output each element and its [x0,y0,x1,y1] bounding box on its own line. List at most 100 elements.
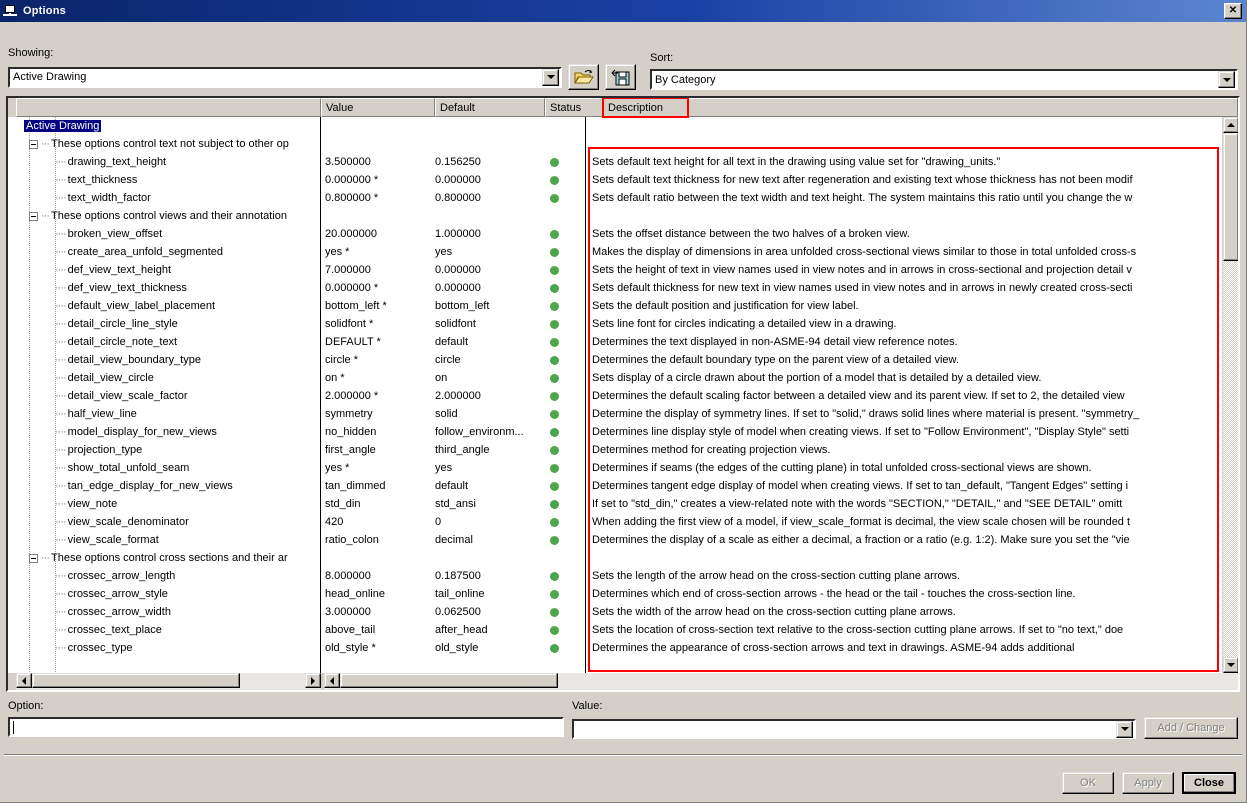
value-row[interactable]: 3.500000 0.156250 [321,153,585,171]
showing-dropdown[interactable]: Active Drawing [8,66,562,88]
tree-item-option[interactable]: ···· view_note [16,495,320,513]
value-row[interactable] [321,135,585,153]
column-header-status[interactable]: Status [545,98,603,117]
options-toolbar: Showing: Active Drawing Sort: By Categor… [0,22,1246,90]
value-row[interactable]: 0.800000 * 0.800000 [321,189,585,207]
apply-button[interactable]: Apply [1122,772,1174,794]
tree-item-option[interactable]: ···· crossec_text_place [16,621,320,639]
tree-item-option[interactable]: ···· def_view_text_height [16,261,320,279]
tree-item-category[interactable]: Active Drawing [16,117,320,135]
scroll-thumb[interactable] [32,673,240,688]
grid-vertical-scrollbar[interactable] [1222,117,1238,673]
value-row[interactable]: tan_dimmed default [321,477,585,495]
detail-horizontal-scrollbar[interactable] [324,673,1238,690]
add-change-button[interactable]: Add / Change [1144,717,1238,739]
tree-item-option[interactable]: ···· default_view_label_placement [16,297,320,315]
tree-item-category[interactable]: ··· These options control cross sections … [16,549,320,567]
tree-item-option[interactable]: ···· text_width_factor [16,189,320,207]
tree-item-option[interactable]: ···· detail_circle_line_style [16,315,320,333]
value-row[interactable]: 0.000000 * 0.000000 [321,279,585,297]
tree-item-option[interactable]: ···· projection_type [16,441,320,459]
column-header-description[interactable]: Description [602,98,689,118]
value-row[interactable]: old_style * old_style [321,639,585,657]
value-row[interactable]: 420 0 [321,513,585,531]
tree-item-option[interactable]: ···· show_total_unfold_seam [16,459,320,477]
value-row[interactable]: on * on [321,369,585,387]
tree-item-option[interactable]: ···· text_thickness [16,171,320,189]
value-row[interactable]: above_tail after_head [321,621,585,639]
sort-dropdown[interactable]: By Category [650,69,1238,90]
value-row[interactable]: 8.000000 0.187500 [321,567,585,585]
value-row[interactable] [321,549,585,567]
scroll-left-button[interactable] [324,673,340,688]
value-row[interactable]: 20.000000 1.000000 [321,225,585,243]
scroll-thumb[interactable] [340,673,558,688]
value-row[interactable]: 0.000000 * 0.000000 [321,171,585,189]
text-caret [13,720,14,734]
value-input[interactable] [572,719,1136,739]
tree-item-option[interactable]: ···· view_scale_format [16,531,320,549]
column-header-default[interactable]: Default [435,98,545,117]
value-row[interactable]: yes * yes [321,459,585,477]
value-row[interactable]: bottom_left * bottom_left [321,297,585,315]
value-row[interactable]: symmetry solid [321,405,585,423]
value-row[interactable]: yes * yes [321,243,585,261]
close-icon[interactable]: ✕ [1224,3,1242,19]
tree-item-option[interactable]: ···· crossec_arrow_width [16,603,320,621]
option-input[interactable] [8,717,564,737]
tree-item-option[interactable]: ···· view_scale_denominator [16,513,320,531]
tree-item-option[interactable]: ···· crossec_arrow_length [16,567,320,585]
column-header-name[interactable] [16,98,321,117]
tree-item-option[interactable]: ···· broken_view_offset [16,225,320,243]
open-folder-button[interactable] [568,64,599,90]
chevron-down-icon[interactable] [1218,71,1235,88]
value-row[interactable]: first_angle third_angle [321,441,585,459]
tree-horizontal-scrollbar[interactable] [16,673,321,690]
tree-item-option[interactable]: ···· crossec_type [16,639,320,657]
value-row[interactable]: 2.000000 * 2.000000 [321,387,585,405]
value-row[interactable] [321,117,585,135]
close-button[interactable]: Close [1182,772,1236,794]
tree-item-option[interactable]: ···· crossec_arrow_style [16,585,320,603]
options-tree[interactable]: Active Drawing ··· These options control t… [8,117,320,673]
column-header-value[interactable]: Value [321,98,435,117]
tree-item-category[interactable]: ··· These options control text not subjec… [16,135,320,153]
tree-item-option[interactable]: ···· tan_edge_display_for_new_views [16,477,320,495]
options-tree-panel[interactable]: Active Drawing ··· These options control t… [8,117,321,673]
tree-item-option[interactable]: ···· detail_view_circle [16,369,320,387]
value-row[interactable]: head_online tail_online [321,585,585,603]
tree-item-option[interactable]: ···· detail_view_scale_factor [16,387,320,405]
collapse-icon[interactable] [29,139,38,149]
collapse-icon[interactable] [29,211,38,221]
tree-item-option[interactable]: ···· create_area_unfold_segmented [16,243,320,261]
scroll-left-button[interactable] [16,673,32,688]
scroll-up-button[interactable] [1223,117,1238,133]
ok-button[interactable]: OK [1062,772,1114,794]
scroll-down-button[interactable] [1223,657,1238,673]
value-row[interactable] [321,207,585,225]
tree-item-option[interactable]: ···· drawing_text_height [16,153,320,171]
tree-item-option[interactable]: ···· detail_circle_note_text [16,333,320,351]
chevron-down-icon[interactable] [542,68,559,86]
tree-connector: ···· [55,318,67,330]
tree-item-option[interactable]: ···· detail_view_boundary_type [16,351,320,369]
tree-item-option[interactable]: ···· half_view_line [16,405,320,423]
value-row[interactable]: circle * circle [321,351,585,369]
scroll-right-button[interactable] [305,673,321,688]
value-row[interactable]: 7.000000 0.000000 [321,261,585,279]
chevron-down-icon[interactable] [1116,720,1133,738]
tree-item-option[interactable]: ···· def_view_text_thickness [16,279,320,297]
scroll-thumb[interactable] [1223,133,1238,261]
collapse-icon[interactable] [29,553,38,563]
save-file-button[interactable] [605,64,636,90]
tree-connector: ···· [55,390,67,402]
value-row[interactable]: DEFAULT * default [321,333,585,351]
tree-item-category[interactable]: ··· These options control views and their… [16,207,320,225]
value-row[interactable]: ratio_colon decimal [321,531,585,549]
value-row[interactable]: std_din std_ansi [321,495,585,513]
cell-status [545,427,583,437]
value-row[interactable]: solidfont * solidfont [321,315,585,333]
tree-item-option[interactable]: ···· model_display_for_new_views [16,423,320,441]
value-row[interactable]: 3.000000 0.062500 [321,603,585,621]
value-row[interactable]: no_hidden follow_environm... [321,423,585,441]
